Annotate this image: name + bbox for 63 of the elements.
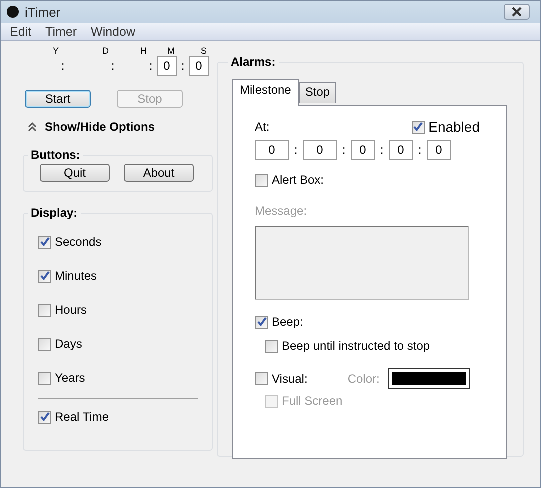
separator: : xyxy=(180,58,186,75)
checkbox-label: Minutes xyxy=(55,269,98,283)
unit-label: S xyxy=(200,47,208,56)
checkbox-label: Days xyxy=(55,337,82,351)
action-button[interactable]: About xyxy=(124,164,194,182)
separator: : xyxy=(60,58,66,75)
checkbox[interactable] xyxy=(412,120,425,134)
group-title: Buttons: xyxy=(30,148,82,162)
checkbox[interactable] xyxy=(255,316,268,328)
options-toggle[interactable]: Show/Hide Options xyxy=(28,120,155,134)
tab[interactable]: Milestone xyxy=(232,79,300,106)
message-label: Message: xyxy=(255,204,308,218)
time-field[interactable]: 0 xyxy=(389,140,413,160)
time-field[interactable]: 0 xyxy=(351,140,375,160)
group-title: Display: xyxy=(30,206,79,220)
checkbox-label: Real Time xyxy=(55,410,110,424)
unit-label: M xyxy=(168,47,176,56)
checkbox-label: Visual: xyxy=(272,372,308,386)
chevron-icon xyxy=(28,122,37,132)
tab[interactable]: Stop xyxy=(299,82,336,103)
separator: : xyxy=(148,58,154,75)
checkbox[interactable] xyxy=(38,304,51,316)
time-field[interactable]: 0 xyxy=(303,140,337,160)
checkbox-label: Hours xyxy=(55,303,88,317)
checkbox[interactable] xyxy=(255,372,268,385)
checkbox[interactable] xyxy=(38,410,51,424)
separator: : xyxy=(341,143,347,157)
checkbox[interactable] xyxy=(38,270,51,282)
app-icon xyxy=(7,6,19,18)
timer-button[interactable]: Start xyxy=(25,90,91,108)
checkbox-label: Enabled xyxy=(428,119,480,135)
time-field[interactable]: 0 xyxy=(157,56,177,76)
at-label: At: xyxy=(255,120,270,134)
separator: : xyxy=(293,143,299,157)
checkbox-label: Beep until instructed to stop xyxy=(282,339,430,353)
checkbox[interactable] xyxy=(38,372,51,384)
checkbox[interactable] xyxy=(38,338,51,350)
checkbox[interactable] xyxy=(265,340,278,352)
unit-label: H xyxy=(140,47,147,56)
checkbox-label: Full Screen xyxy=(282,394,343,408)
close-icon xyxy=(511,7,523,17)
window-title: iTimer xyxy=(25,4,62,20)
separator: : xyxy=(110,58,116,75)
checkbox-label: Alert Box: xyxy=(272,173,324,187)
time-field[interactable]: 0 xyxy=(189,56,209,76)
color-label: Color: xyxy=(348,372,380,386)
checkbox[interactable] xyxy=(255,174,268,186)
checkbox-label: Seconds xyxy=(55,235,102,249)
checkbox[interactable] xyxy=(38,236,51,248)
unit-label: Y xyxy=(52,47,59,56)
menu-item[interactable]: Window xyxy=(91,24,136,38)
separator: : xyxy=(379,143,385,157)
checkbox-label: Years xyxy=(55,371,86,385)
group-title: Alarms: xyxy=(230,55,277,69)
menu-item[interactable]: Timer xyxy=(46,24,78,38)
separator: : xyxy=(417,143,423,157)
unit-label: D xyxy=(102,47,109,56)
time-field[interactable]: 0 xyxy=(255,140,289,160)
close-button[interactable] xyxy=(504,4,530,20)
menu-item[interactable]: Edit xyxy=(10,24,32,38)
checkbox-label: Beep: xyxy=(272,315,304,329)
action-button[interactable]: Quit xyxy=(40,164,110,182)
time-field[interactable]: 0 xyxy=(427,140,451,160)
